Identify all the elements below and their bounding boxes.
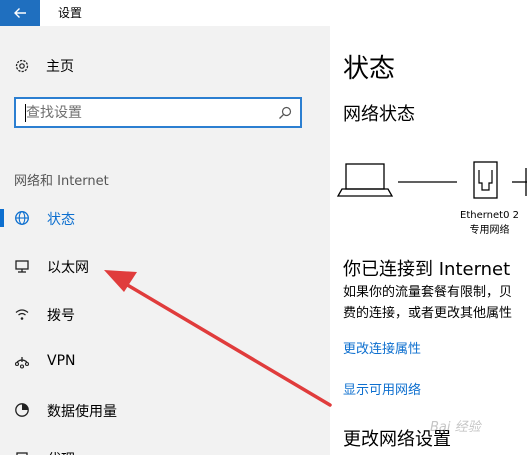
sidebar-item-label: 数据使用量 (47, 404, 117, 420)
watermark: Bai 经验 (430, 420, 481, 435)
window-title: 设置 (58, 6, 83, 20)
main-content: 状态 网络状态 Ethernet0 2 专用网络 你已连接到 Internet … (330, 26, 527, 455)
network-status-heading: 网络状态 (343, 104, 415, 125)
sidebar-item-label: 拨号 (47, 308, 75, 324)
sidebar-item-data-usage[interactable]: 数据使用量 (0, 392, 330, 428)
search-box[interactable] (14, 97, 302, 128)
sidebar-item-label: 代理 (47, 449, 75, 455)
adapter-label: Ethernet0 2 专用网络 (460, 208, 519, 238)
network-type: 专用网络 (469, 225, 510, 236)
search-icon[interactable] (278, 106, 292, 120)
sidebar: 主页 网络和 Internet 状态 以太网 (0, 26, 330, 455)
sidebar-item-label: VPN (47, 353, 76, 369)
sidebar-item-status[interactable]: 状态 (0, 200, 330, 236)
home-nav-item[interactable]: 主页 (14, 56, 74, 76)
globe-icon (14, 210, 30, 226)
sidebar-item-dialup[interactable]: 拨号 (0, 296, 330, 332)
sidebar-item-ethernet[interactable]: 以太网 (0, 248, 330, 284)
text-caret (25, 104, 26, 122)
sidebar-item-label: 状态 (47, 212, 75, 228)
dialup-icon (14, 306, 30, 322)
ethernet-port-icon (473, 161, 498, 199)
search-input[interactable] (26, 104, 266, 122)
ethernet-icon (14, 258, 30, 274)
title-bar: 设置 (0, 0, 527, 26)
sidebar-item-label: 以太网 (47, 260, 89, 276)
back-button[interactable] (0, 0, 40, 26)
back-arrow-icon (14, 8, 26, 18)
change-connection-properties-link[interactable]: 更改连接属性 (343, 338, 421, 357)
page-title: 状态 (343, 54, 396, 84)
home-label: 主页 (46, 59, 74, 75)
section-heading: 网络和 Internet (14, 174, 109, 189)
data-usage-icon (14, 402, 30, 418)
sidebar-item-vpn[interactable]: VPN (0, 344, 330, 380)
show-available-networks-link[interactable]: 显示可用网络 (343, 379, 421, 398)
gear-icon (14, 58, 30, 74)
vpn-icon (14, 354, 30, 370)
connection-status-heading: 你已连接到 Internet (343, 259, 511, 280)
adapter-name: Ethernet0 2 (460, 210, 519, 221)
proxy-icon (14, 450, 30, 455)
selected-indicator (0, 209, 4, 227)
connection-description: 如果你的流量套餐有限制，贝 费的连接，或者更改其他属性 (343, 285, 513, 321)
computer-icon (336, 163, 394, 197)
sidebar-item-proxy[interactable]: 代理 (0, 440, 330, 455)
